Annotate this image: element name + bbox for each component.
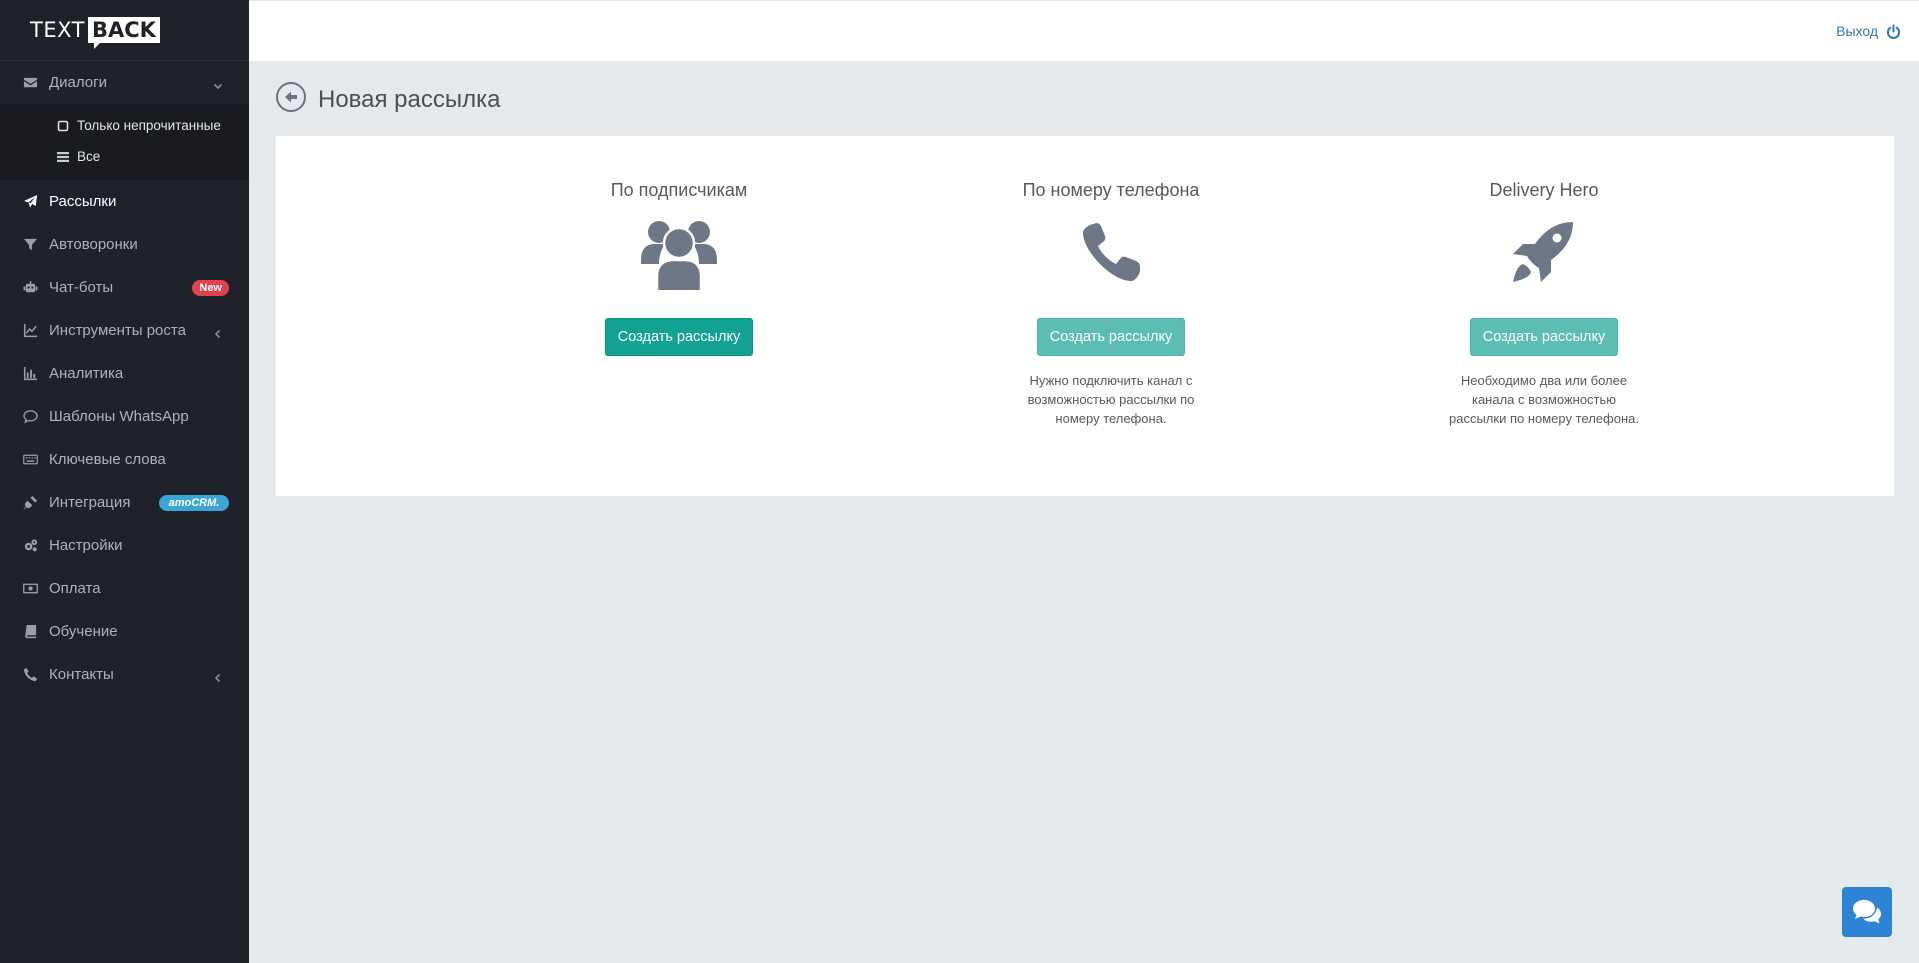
option-note: Необходимо два или более канала с возмож…	[1449, 373, 1639, 426]
create-broadcast-subscribers-button[interactable]: Создать рассылку	[604, 318, 754, 356]
sidebar-item-keywords[interactable]: Ключевые слова	[0, 438, 249, 481]
topbar: Выход	[249, 0, 1919, 61]
bar-chart-icon	[22, 366, 38, 382]
sidebar-item-dialogs[interactable]: Диалоги	[0, 61, 249, 104]
sidebar: TEXT BACK Диалоги Только непрочитанные В…	[0, 0, 249, 963]
option-subscribers: По подписчикам Создать рассылку	[529, 136, 829, 356]
submenu-item-label: Все	[77, 149, 101, 164]
sidebar-item-label: Аналитика	[49, 365, 124, 382]
sidebar-item-autofunnels[interactable]: Автоворонки	[0, 223, 249, 266]
back-button[interactable]	[276, 82, 306, 112]
submenu-item-label: Только непрочитанные	[77, 118, 221, 133]
page-header: Новая рассылка	[276, 80, 501, 114]
option-title: По номеру телефона	[1022, 180, 1200, 200]
sidebar-item-label: Интеграция	[49, 494, 131, 511]
create-broadcast-phone-button[interactable]: Создать рассылку	[1036, 318, 1186, 356]
chevron-down-icon	[213, 78, 223, 89]
filter-icon	[22, 237, 38, 253]
submenu-item-all[interactable]: Все	[0, 141, 249, 172]
sidebar-item-contacts[interactable]: Контакты	[0, 653, 249, 696]
robot-icon	[22, 280, 38, 296]
sidebar-item-label: Чат-боты	[49, 279, 114, 296]
money-icon	[22, 581, 38, 597]
sidebar-item-payment[interactable]: Оплата	[0, 567, 249, 610]
plug-icon	[22, 495, 38, 511]
option-phone-number: По номеру телефона Создать рассылку Нужн…	[961, 136, 1261, 428]
rocket-icon	[1394, 214, 1694, 292]
sidebar-item-label: Инструменты роста	[49, 322, 186, 339]
chevron-left-icon	[213, 670, 223, 682]
square-icon	[57, 120, 69, 132]
sidebar-item-label: Ключевые слова	[49, 451, 166, 468]
option-delivery-hero: Delivery Hero Создать рассылку Необходим…	[1394, 136, 1694, 428]
logo[interactable]: TEXT BACK	[0, 0, 249, 61]
arrow-left-icon	[285, 91, 297, 103]
logout-label: Выход	[1836, 23, 1878, 39]
list-icon	[57, 151, 69, 163]
sidebar-item-broadcasts[interactable]: Рассылки	[0, 180, 249, 223]
sidebar-item-label: Рассылки	[49, 193, 117, 210]
amocrm-badge: amoCRM.	[159, 494, 229, 511]
chat-widget-button[interactable]	[1842, 887, 1892, 937]
sidebar-item-label: Контакты	[49, 666, 114, 683]
phone-icon	[961, 214, 1261, 292]
line-chart-icon	[22, 323, 38, 339]
sidebar-item-label: Диалоги	[49, 74, 107, 91]
book-icon	[22, 624, 38, 640]
sidebar-item-chatbots[interactable]: Чат-боты New	[0, 266, 249, 309]
sidebar-item-label: Автоворонки	[49, 236, 138, 253]
option-note: Нужно подключить канал с возможностью ра…	[1027, 373, 1195, 426]
page-title: Новая рассылка	[318, 86, 501, 113]
dialogs-submenu: Только непрочитанные Все	[0, 104, 249, 180]
sidebar-item-label: Обучение	[49, 623, 118, 640]
logout-button[interactable]: Выход	[1836, 23, 1901, 39]
create-broadcast-delivery-hero-button[interactable]: Создать рассылку	[1469, 318, 1619, 356]
power-icon	[1886, 23, 1901, 39]
phone-icon	[22, 667, 38, 683]
chevron-left-icon	[213, 326, 223, 338]
gears-icon	[22, 538, 38, 554]
broadcast-options-card: По подписчикам Создать рассылку По номер…	[276, 136, 1894, 496]
sidebar-item-growth-tools[interactable]: Инструменты роста	[0, 309, 249, 352]
envelope-icon	[22, 75, 38, 91]
logo-box: BACK	[87, 17, 160, 49]
sidebar-item-settings[interactable]: Настройки	[0, 524, 249, 567]
sidebar-item-label: Настройки	[49, 537, 123, 554]
sidebar-item-whatsapp-templates[interactable]: Шаблоны WhatsApp	[0, 395, 249, 438]
comments-icon	[1853, 900, 1881, 924]
comment-icon	[22, 409, 38, 425]
submenu-item-unread[interactable]: Только непрочитанные	[0, 110, 249, 141]
users-icon	[529, 214, 829, 292]
sidebar-item-label: Оплата	[49, 580, 101, 597]
sidebar-item-learning[interactable]: Обучение	[0, 610, 249, 653]
sidebar-item-analytics[interactable]: Аналитика	[0, 352, 249, 395]
new-badge: New	[192, 279, 229, 296]
logo-text: TEXT	[30, 18, 85, 42]
sidebar-item-integration[interactable]: Интеграция amoCRM.	[0, 481, 249, 524]
option-title: По подписчикам	[610, 180, 748, 200]
sidebar-item-label: Шаблоны WhatsApp	[49, 408, 189, 425]
keyboard-icon	[22, 452, 38, 468]
option-title: Delivery Hero	[1489, 180, 1599, 200]
paper-plane-icon	[22, 194, 38, 210]
